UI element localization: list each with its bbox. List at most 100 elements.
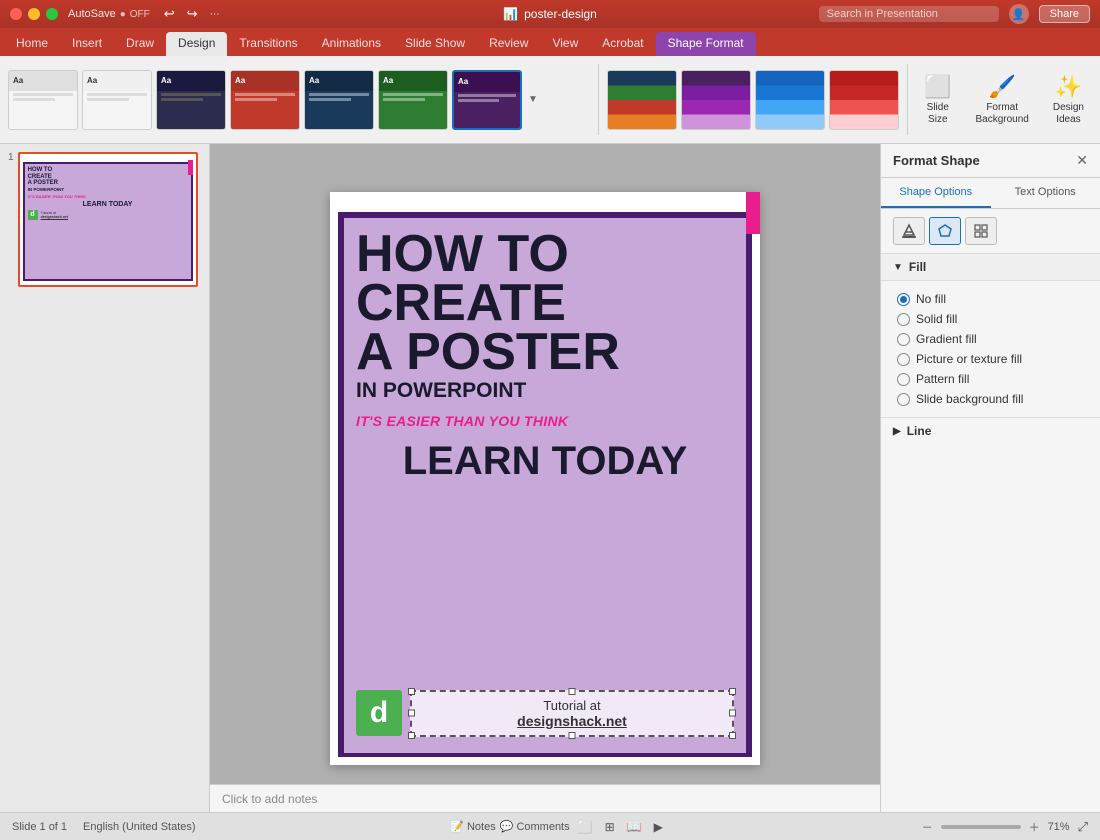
reading-view-button[interactable]: 📖	[623, 818, 646, 836]
themes-area: Aa Aa Aa	[8, 60, 590, 139]
ribbon-divider-1	[598, 64, 599, 135]
tab-transitions[interactable]: Transitions	[227, 32, 309, 56]
fullscreen-window-button[interactable]	[46, 8, 58, 20]
gradient-fill-label: Gradient fill	[916, 332, 977, 346]
theme-thumb-4[interactable]: Aa	[230, 70, 300, 130]
pentagon-icon	[937, 223, 953, 239]
tab-insert[interactable]: Insert	[60, 32, 114, 56]
fill-section-content: No fill Solid fill Gradient fill Picture…	[881, 281, 1100, 417]
zoom-level: 71%	[1048, 821, 1070, 833]
zoom-slider[interactable]	[941, 825, 1021, 829]
zoom-out-button[interactable]: －	[922, 819, 933, 835]
picture-fill-radio[interactable]	[897, 353, 910, 366]
slide-sorter-button[interactable]: ⊞	[601, 818, 619, 836]
no-fill-option[interactable]: No fill	[897, 289, 1084, 309]
line-section-title: Line	[907, 424, 932, 438]
slide-canvas[interactable]: HOW TO CREATE A POSTER IN POWERPOINT IT'…	[330, 192, 760, 765]
share-button[interactable]: Share	[1039, 5, 1090, 23]
statusbar-center: 📝 Notes 💬 Comments ⬜ ⊞ 📖 ▶	[450, 818, 667, 836]
close-window-button[interactable]	[10, 8, 22, 20]
panel-title: Format Shape	[893, 153, 980, 168]
themes-scroll-arrow[interactable]: ▼	[526, 92, 540, 107]
click-to-add-notes-label: Click to add notes	[222, 792, 317, 806]
theme-thumb-6[interactable]: Aa	[378, 70, 448, 130]
fit-to-window-button[interactable]: ⤢	[1078, 819, 1088, 835]
fill-section-header[interactable]: ▼ Fill	[881, 254, 1100, 281]
solid-fill-radio[interactable]	[897, 313, 910, 326]
size-position-icon-button[interactable]	[965, 217, 997, 245]
slide-bg-fill-option[interactable]: Slide background fill	[897, 389, 1084, 409]
notes-label: Notes	[467, 821, 496, 833]
comments-button[interactable]: 💬 Comments	[500, 820, 570, 833]
redo-button[interactable]: ↪	[183, 4, 202, 24]
slide-info: Slide 1 of 1	[12, 821, 67, 833]
line-section-header[interactable]: ▶ Line	[881, 417, 1100, 444]
traffic-lights	[10, 8, 58, 20]
tutorial-line1: Tutorial at	[424, 698, 720, 713]
no-fill-label: No fill	[916, 292, 946, 306]
theme-thumb-3[interactable]: Aa	[156, 70, 226, 130]
account-icon[interactable]: 👤	[1009, 4, 1029, 24]
autosave-state: OFF	[130, 9, 150, 20]
shape-fill-icon-button[interactable]	[929, 217, 961, 245]
design-ideas-button[interactable]: ✨ DesignIdeas	[1045, 70, 1092, 130]
picture-fill-label: Picture or texture fill	[916, 352, 1022, 366]
tab-home[interactable]: Home	[4, 32, 60, 56]
gradient-fill-radio[interactable]	[897, 333, 910, 346]
tab-acrobat[interactable]: Acrobat	[590, 32, 655, 56]
theme-thumb-selected[interactable]: Aa	[452, 70, 522, 130]
panel-close-button[interactable]: ✕	[1076, 152, 1088, 169]
undo-button[interactable]: ↩	[160, 4, 179, 24]
zoom-in-button[interactable]: ＋	[1029, 819, 1040, 835]
slide-bg-fill-radio[interactable]	[897, 393, 910, 406]
solid-fill-option[interactable]: Solid fill	[897, 309, 1084, 329]
no-fill-radio[interactable]	[897, 293, 910, 306]
minimize-window-button[interactable]	[28, 8, 40, 20]
ribbon-divider-2	[907, 64, 908, 135]
canvas-area: HOW TO CREATE A POSTER IN POWERPOINT IT'…	[210, 144, 880, 812]
autosave-area: AutoSave ● OFF	[68, 8, 150, 20]
tab-text-options[interactable]: Text Options	[991, 178, 1100, 208]
format-background-button[interactable]: 🖌️ FormatBackground	[967, 70, 1036, 130]
slide-size-button[interactable]: ⬜ SlideSize	[916, 70, 959, 130]
pattern-fill-label: Pattern fill	[916, 372, 969, 386]
pattern-fill-option[interactable]: Pattern fill	[897, 369, 1084, 389]
titlebar-right: 👤 Share	[819, 4, 1090, 24]
slide-size-icon: ⬜	[924, 74, 951, 100]
notes-button[interactable]: 📝 Notes	[450, 820, 495, 833]
normal-view-button[interactable]: ⬜	[574, 818, 597, 836]
color-scheme-3[interactable]	[755, 70, 825, 130]
tab-review[interactable]: Review	[477, 32, 540, 56]
color-scheme-4[interactable]	[829, 70, 899, 130]
click-to-add-notes[interactable]: Click to add notes	[210, 784, 880, 812]
theme-thumb-5[interactable]: Aa	[304, 70, 374, 130]
tutorial-text-box[interactable]: Tutorial at designshack.net	[410, 690, 734, 737]
tab-shapeformat[interactable]: Shape Format	[656, 32, 756, 56]
slide-thumbnail-1[interactable]: HOW TOCREATEA POSTER IN POWERPOINT IT'S …	[18, 152, 198, 287]
gradient-fill-option[interactable]: Gradient fill	[897, 329, 1084, 349]
bucket-icon	[901, 223, 917, 239]
line-arrow-icon: ▶	[893, 426, 901, 437]
slideshow-view-button[interactable]: ▶	[650, 818, 667, 836]
tab-draw[interactable]: Draw	[114, 32, 166, 56]
fill-effects-icon-button[interactable]	[893, 217, 925, 245]
pattern-fill-radio[interactable]	[897, 373, 910, 386]
ribbon: Aa Aa Aa	[0, 56, 1100, 144]
ribbon-actions: ⬜ SlideSize 🖌️ FormatBackground ✨ Design…	[916, 60, 1092, 139]
grid-icon	[973, 223, 989, 239]
tab-animations[interactable]: Animations	[310, 32, 393, 56]
picture-fill-option[interactable]: Picture or texture fill	[897, 349, 1084, 369]
autosave-label: AutoSave	[68, 8, 116, 20]
more-actions-button[interactable]: ⋯	[206, 4, 224, 24]
tab-shape-options[interactable]: Shape Options	[881, 178, 991, 208]
search-input[interactable]	[819, 6, 999, 22]
theme-thumb-2[interactable]: Aa	[82, 70, 152, 130]
poster-headline1: HOW TO	[356, 230, 734, 279]
tab-design[interactable]: Design	[166, 32, 227, 56]
theme-thumb-1[interactable]: Aa	[8, 70, 78, 130]
color-scheme-2[interactable]	[681, 70, 751, 130]
tab-view[interactable]: View	[540, 32, 590, 56]
app-title-area: 📊 poster-design	[503, 7, 597, 21]
color-scheme-1[interactable]	[607, 70, 677, 130]
tab-slideshow[interactable]: Slide Show	[393, 32, 477, 56]
